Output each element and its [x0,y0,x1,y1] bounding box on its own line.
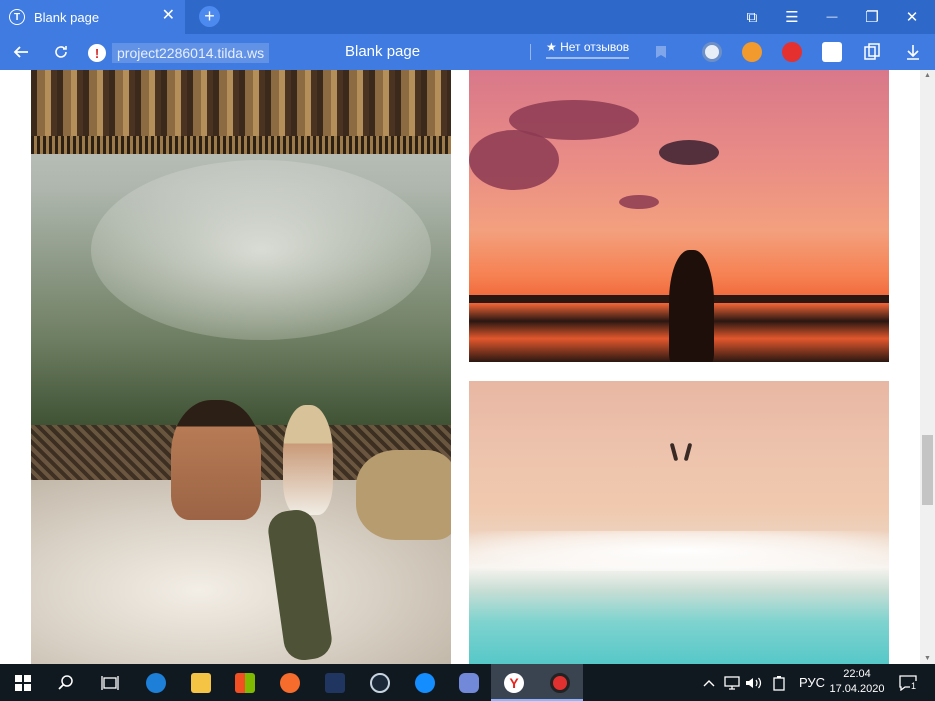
start-windows-icon[interactable] [0,664,46,701]
steam-icon[interactable] [357,664,403,701]
input-language[interactable]: РУС [799,664,825,701]
bookmark-icon[interactable] [646,34,676,70]
screenshots-icon[interactable] [857,34,887,70]
recording-app-icon[interactable] [537,664,583,701]
scrollbar-thumb[interactable] [922,435,933,505]
roof-edge [31,136,451,154]
pillow [356,450,451,540]
yandex-browser-icon[interactable]: Y [491,664,537,701]
extension-globe-icon[interactable] [702,42,722,62]
windows-taskbar: Y РУС 22:04 17.04.2020 1 [0,664,935,701]
menu-icon[interactable]: ☰ [772,0,812,34]
scroll-up-arrow-icon[interactable]: ▲ [924,72,931,79]
photo-sunset-silhouette[interactable] [469,70,889,362]
photo-couple-in-jungle-bed[interactable] [31,70,451,664]
game-launcher-icon[interactable] [312,664,358,701]
action-center-icon[interactable]: 1 [893,664,923,701]
cloud [619,195,659,209]
tab-title: Blank page [34,9,100,25]
search-icon[interactable] [43,664,89,701]
system-clock[interactable]: 22:04 17.04.2020 [826,667,888,697]
surf-foam [469,531,889,571]
new-tab-button[interactable]: + [199,6,220,27]
network-icon[interactable] [724,664,740,701]
extension-adblock-icon[interactable] [782,42,802,62]
extension-pdf-icon[interactable] [822,42,842,62]
bookmarks-collection-icon[interactable]: ⧉ [732,0,772,34]
show-hidden-icons-chevron-icon[interactable] [703,664,715,701]
extension-fox-icon[interactable] [742,42,762,62]
close-window-button[interactable]: ✕ [892,0,932,34]
notification-count: 1 [910,681,918,691]
edge-browser-icon[interactable] [133,664,179,701]
scroll-down-arrow-icon[interactable]: ▼ [924,655,931,662]
url-text[interactable]: project2286014.tilda.ws [112,43,270,63]
download-icon[interactable] [898,34,928,70]
task-view-icon[interactable] [87,664,133,701]
restore-button[interactable]: ❐ [852,0,892,34]
discord-icon[interactable] [446,664,492,701]
photo-beach-aerial[interactable] [469,381,889,664]
cloud [469,130,559,190]
clock-date: 17.04.2020 [829,683,885,695]
toolbar-divider [530,44,531,60]
browser-toolbar: ! project2286014.tilda.ws Blank page ★ Н… [0,34,935,70]
microsoft-store-icon[interactable] [222,664,268,701]
origin-icon[interactable] [267,664,313,701]
cloud [659,140,719,165]
battery-icon[interactable] [773,664,785,701]
woman-figure [283,405,333,515]
back-arrow-icon[interactable] [6,34,36,70]
reload-icon[interactable] [46,34,76,70]
vertical-scrollbar[interactable]: ▲ ▼ [920,70,935,664]
person-silhouette [669,250,714,362]
tab-bar: T Blank page ✕ + ⧉ ☰ — ❐ ✕ [0,0,935,34]
file-explorer-icon[interactable] [178,664,224,701]
page-content [0,70,920,664]
reviews-button[interactable]: ★ Нет отзывов [546,40,630,59]
address-bar[interactable]: ! project2286014.tilda.ws [88,42,270,64]
battlenet-icon[interactable] [402,664,448,701]
people-on-sand [664,442,698,463]
minimize-button[interactable]: — [812,0,852,34]
clock-time: 22:04 [843,668,871,680]
volume-icon[interactable] [745,664,763,701]
man-figure [171,400,261,520]
mist-overlay [91,160,431,340]
tab-close-icon[interactable]: ✕ [162,8,175,24]
security-warning-icon[interactable]: ! [88,44,106,62]
tilda-favicon-icon: T [9,9,25,25]
page-title: Blank page [345,43,421,60]
tab-blank-page[interactable]: T Blank page ✕ [0,0,185,34]
